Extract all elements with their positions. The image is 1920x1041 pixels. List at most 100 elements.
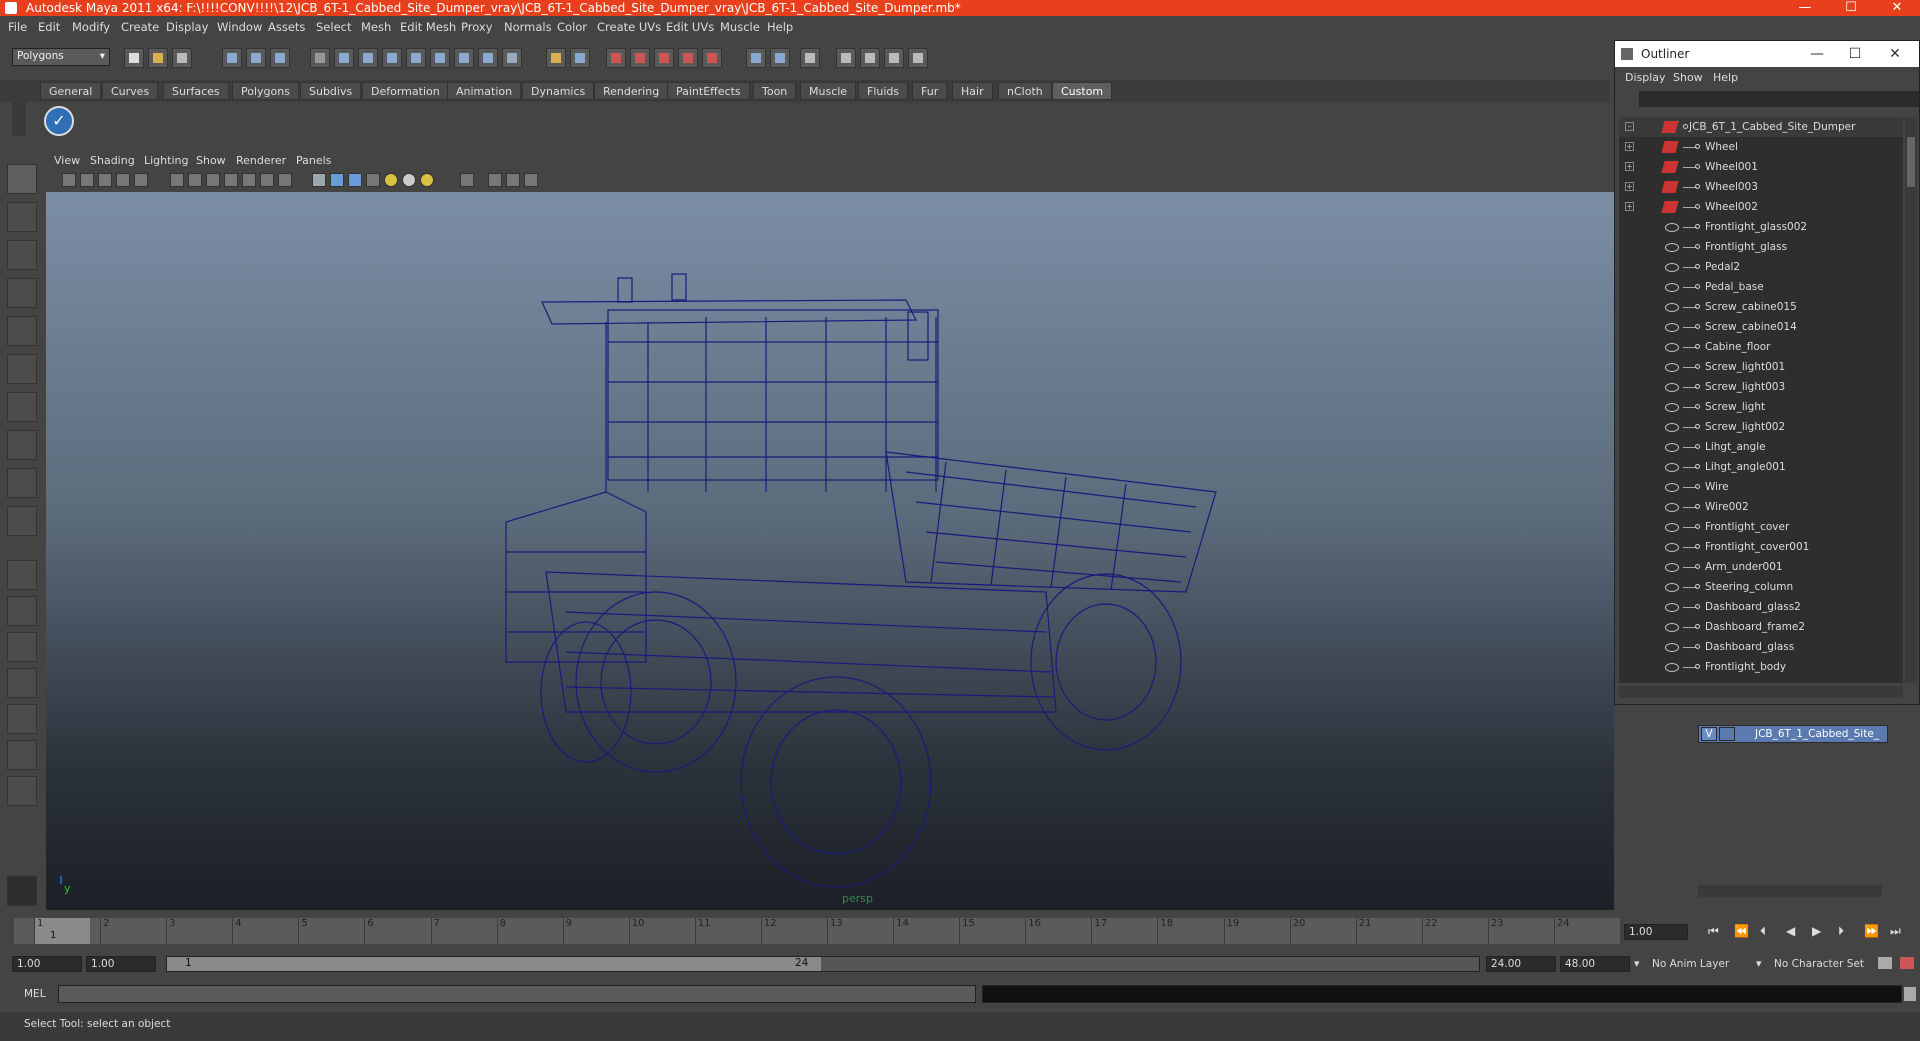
menu-create[interactable]: Create	[121, 20, 159, 34]
mode-selector[interactable]: Polygons ▾	[12, 48, 110, 66]
resolution-gate-icon[interactable]	[206, 173, 220, 187]
range-slider-track[interactable]: 1 24	[166, 956, 1480, 972]
select-deformations-icon[interactable]	[430, 48, 450, 68]
four-view-layout-icon[interactable]	[7, 596, 37, 626]
step-forward-frame-icon[interactable]: ⏵	[1838, 924, 1844, 939]
render-settings-icon[interactable]	[884, 48, 904, 68]
minimize-button[interactable]: —	[1782, 0, 1828, 16]
two-d-pan-zoom-icon[interactable]	[116, 173, 130, 187]
perspective-viewport[interactable]: y persp	[46, 192, 1614, 910]
outliner-item[interactable]: Lihgt_angle	[1619, 437, 1903, 457]
field-chart-icon[interactable]	[242, 173, 256, 187]
scale-tool-icon[interactable]	[7, 354, 37, 384]
question-mark-icon[interactable]	[502, 48, 522, 68]
default-light-icon[interactable]	[420, 173, 434, 187]
command-input[interactable]	[58, 985, 976, 1003]
range-slider-handle[interactable]: 1 24	[167, 957, 821, 971]
gate-mask-icon[interactable]	[224, 173, 238, 187]
outliner-item[interactable]: Screw_cabine015	[1619, 297, 1903, 317]
outliner-item[interactable]: + Wheel	[1619, 137, 1903, 157]
use-all-lights-icon[interactable]	[384, 173, 398, 187]
chevron-down-icon[interactable]: ▾	[1756, 957, 1762, 970]
safe-title-icon[interactable]	[278, 173, 292, 187]
viewport-menu-panels[interactable]: Panels	[296, 154, 331, 167]
outliner-item[interactable]: Cabine_floor	[1619, 337, 1903, 357]
layer-horizontal-scrollbar[interactable]	[1698, 885, 1882, 897]
menu-help[interactable]: Help	[767, 20, 793, 34]
outliner-item[interactable]: Lihgt_angle001	[1619, 457, 1903, 477]
panel-options-icon[interactable]	[524, 173, 538, 187]
expand-icon[interactable]: +	[1625, 162, 1634, 171]
menu-normals[interactable]: Normals	[504, 20, 552, 34]
wireframe-on-shaded-icon[interactable]	[348, 173, 362, 187]
shadows-icon[interactable]	[402, 173, 416, 187]
select-joints-icon[interactable]	[358, 48, 378, 68]
outliner-item[interactable]: Arm_under001	[1619, 557, 1903, 577]
grid-icon[interactable]	[170, 173, 184, 187]
tab-rendering[interactable]: Rendering	[594, 82, 669, 100]
viewport-menu-show[interactable]: Show	[196, 154, 226, 167]
outliner-item[interactable]: Dashboard_frame2	[1619, 617, 1903, 637]
image-plane-icon[interactable]	[98, 173, 112, 187]
select-dynamics-icon[interactable]	[454, 48, 474, 68]
paint-select-tool-icon[interactable]	[7, 240, 37, 270]
soft-modification-icon[interactable]	[7, 430, 37, 460]
outliner-item[interactable]: Pedal2	[1619, 257, 1903, 277]
playback-end-field[interactable]: 24.00	[1486, 956, 1556, 972]
tab-subdivs[interactable]: Subdivs	[300, 82, 362, 100]
open-scene-icon[interactable]	[148, 48, 168, 68]
tab-painteffects[interactable]: PaintEffects	[667, 82, 750, 100]
outliner-item[interactable]: Screw_light001	[1619, 357, 1903, 377]
tab-animation[interactable]: Animation	[447, 82, 522, 100]
outliner-item[interactable]: Dashboard_glass	[1619, 637, 1903, 657]
outliner-item[interactable]: Frontlight_cover001	[1619, 537, 1903, 557]
make-live-icon[interactable]	[702, 48, 722, 68]
construction-history-icon[interactable]	[770, 48, 790, 68]
universal-manipulator-icon[interactable]	[7, 392, 37, 422]
anim-layer-selector[interactable]: No Anim Layer	[1652, 958, 1729, 970]
outliner-item[interactable]: Wire	[1619, 477, 1903, 497]
outliner-item[interactable]: Screw_light002	[1619, 417, 1903, 437]
layer-display-type-toggle[interactable]	[1719, 727, 1735, 741]
menu-edit-mesh[interactable]: Edit Mesh	[400, 20, 456, 34]
outliner-item[interactable]: Frontlight_cover	[1619, 517, 1903, 537]
smooth-shade-icon[interactable]	[330, 173, 344, 187]
chevron-down-icon[interactable]: ▾	[1634, 957, 1640, 970]
highlight-selection-icon[interactable]	[570, 48, 590, 68]
tab-fur[interactable]: Fur	[912, 82, 948, 100]
new-scene-icon[interactable]	[124, 48, 144, 68]
rotate-tool-icon[interactable]	[7, 316, 37, 346]
perspective-trax-layout-icon[interactable]	[7, 740, 37, 770]
snap-to-curves-icon[interactable]	[630, 48, 650, 68]
auto-key-icon[interactable]	[1878, 957, 1892, 969]
outliner-item[interactable]: + Wheel001	[1619, 157, 1903, 177]
last-tool-icon[interactable]	[7, 506, 37, 536]
select-by-component-icon[interactable]	[270, 48, 290, 68]
tab-ncloth[interactable]: nCloth	[998, 82, 1052, 100]
hypershade-layout-icon[interactable]	[7, 704, 37, 734]
xray-icon[interactable]	[488, 173, 502, 187]
select-by-hierarchy-icon[interactable]	[222, 48, 242, 68]
outliner-item[interactable]: Screw_cabine014	[1619, 317, 1903, 337]
menu-create-uvs[interactable]: Create UVs	[597, 20, 661, 34]
viewport-menu-lighting[interactable]: Lighting	[144, 154, 188, 167]
outliner-item-root[interactable]: – JCB_6T_1_Cabbed_Site_Dumper	[1619, 117, 1903, 137]
tab-polygons[interactable]: Polygons	[232, 82, 299, 100]
play-forwards-icon[interactable]: ▶	[1812, 924, 1821, 938]
start-time-field[interactable]: 1.00	[12, 956, 82, 972]
tab-hair[interactable]: Hair	[952, 82, 993, 100]
expand-icon[interactable]: +	[1625, 182, 1634, 191]
lasso-tool-icon[interactable]	[7, 202, 37, 232]
menu-select[interactable]: Select	[316, 20, 351, 34]
playback-start-field[interactable]: 1.00	[86, 956, 156, 972]
current-time-field[interactable]: 1.00	[1624, 924, 1688, 940]
menu-window[interactable]: Window	[217, 20, 262, 34]
select-surfaces-icon[interactable]	[406, 48, 426, 68]
xray-joints-icon[interactable]	[506, 173, 520, 187]
bookmarks-icon[interactable]	[80, 173, 94, 187]
menu-assets[interactable]: Assets	[268, 20, 305, 34]
outliner-item[interactable]: Screw_light003	[1619, 377, 1903, 397]
script-editor-icon[interactable]	[1904, 987, 1916, 1001]
render-current-frame-icon[interactable]	[836, 48, 856, 68]
outliner-menu-help[interactable]: Help	[1713, 71, 1738, 84]
